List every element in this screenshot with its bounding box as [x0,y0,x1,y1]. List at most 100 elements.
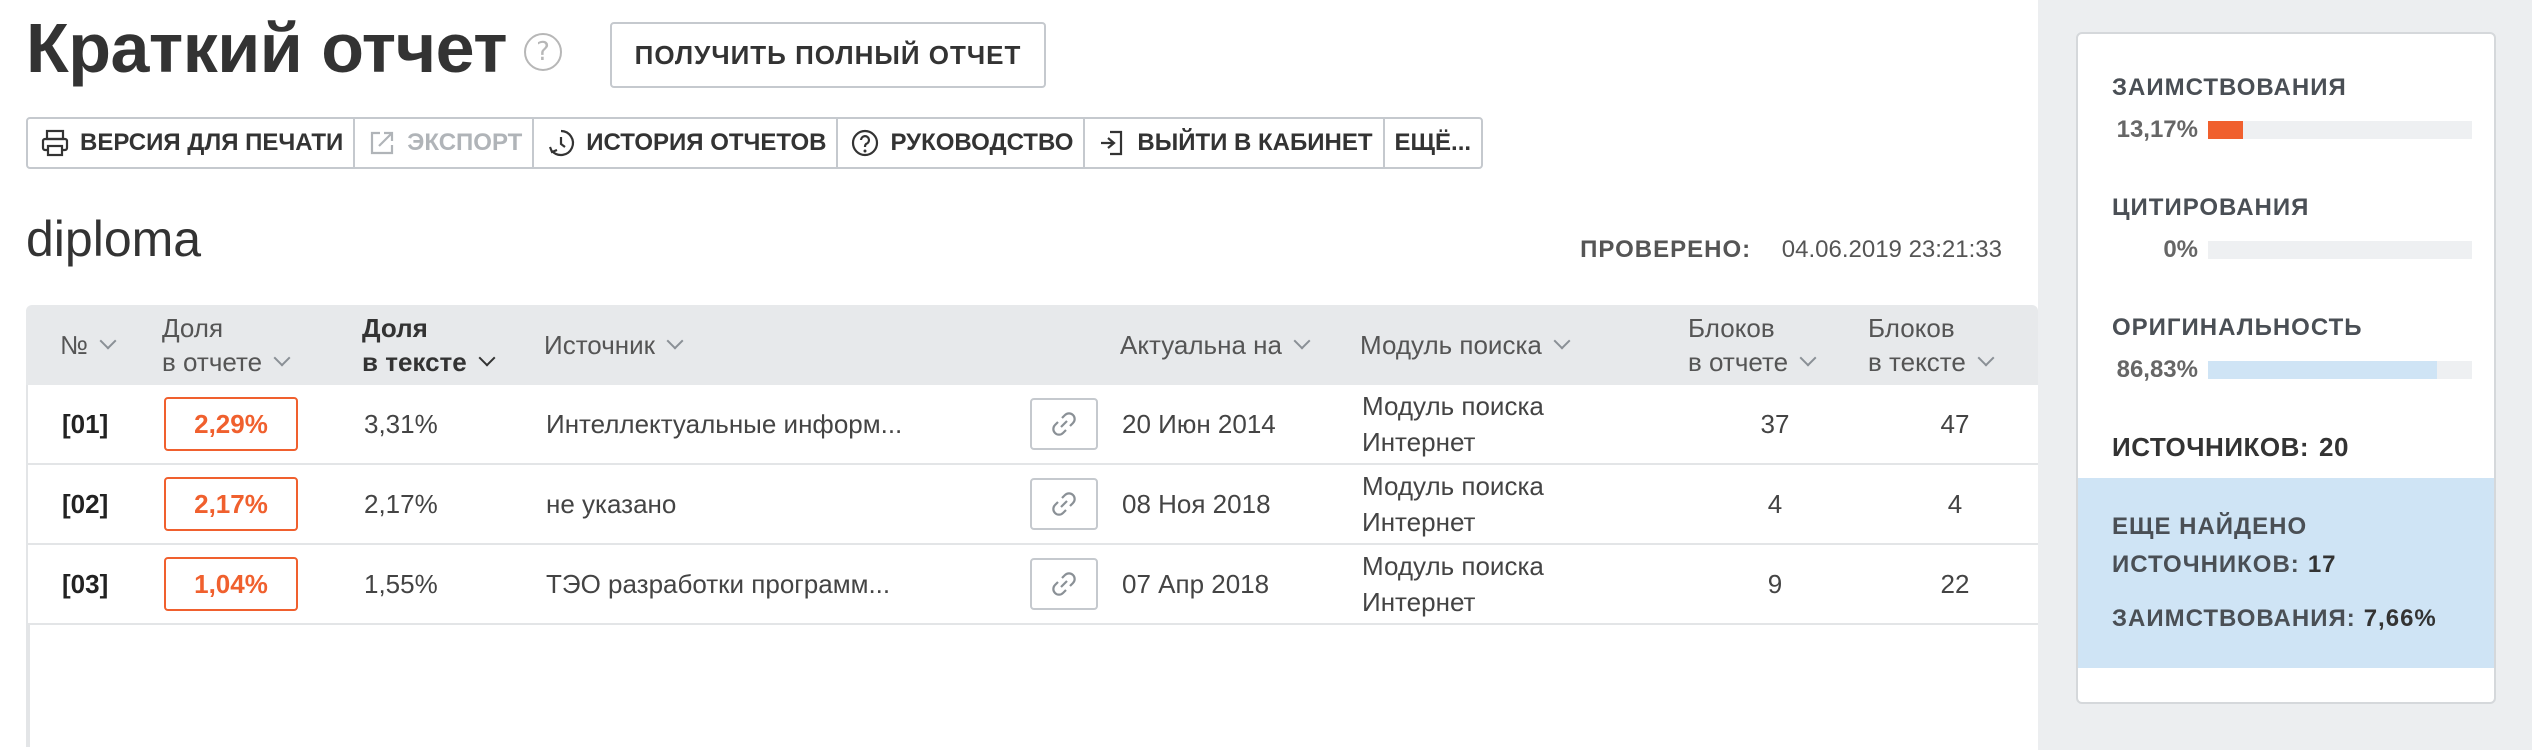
chevron-down-icon [1553,332,1571,350]
source-link-button[interactable] [1030,558,1098,610]
more-label: ЕЩЁ... [1394,129,1472,156]
link-icon [1052,412,1076,436]
citations-metric: ЦИТИРОВАНИЯ 0% [2112,194,2492,264]
checked-label: ПРОВЕРЕНО: [1580,236,1752,263]
sources-table: № Доля в отчете Доля в тексте Источник Акт… [26,305,2038,747]
more-borrowings-value: 7,66% [2363,605,2437,632]
originality-bar [2208,361,2472,379]
more-found-box[interactable]: ЕЩЕ НАЙДЕНО ИСТОЧНИКОВ: 17 ЗАИМСТВОВАНИЯ:… [2078,478,2494,668]
borrowings-metric: ЗАИМСТВОВАНИЯ 13,17% [2112,74,2492,144]
sources-value: 20 [2319,432,2349,462]
exit-to-cabinet-button[interactable]: ВЫЙТИ В КАБИНЕТ [1085,119,1385,167]
report-toolbar: ВЕРСИЯ ДЛЯ ПЕЧАТИ ЭКСПОРТ ИСТОРИЯ ОТЧЕТО… [26,117,1484,169]
row-num: [01] [62,408,109,439]
originality-label: ОРИГИНАЛЬНОСТЬ [2112,314,2363,341]
blocks-in-report: 9 [1767,568,1783,599]
table-row[interactable]: [02] 2,17% 2,17% не указано 08 Ноя 2018 … [28,465,2038,545]
source-name[interactable]: не указано [546,465,676,543]
citations-label: ЦИТИРОВАНИЯ [2112,194,2310,221]
print-version-button[interactable]: ВЕРСИЯ ДЛЯ ПЕЧАТИ [28,119,356,167]
more-found-value: 17 [2307,551,2337,578]
table-row[interactable]: [01] 2,29% 3,31% Интеллектуальные информ… [28,385,2038,465]
row-num: [02] [62,488,109,519]
get-full-report-button[interactable]: ПОЛУЧИТЬ ПОЛНЫЙ ОТЧЕТ [610,22,1046,88]
guide-label: РУКОВОДСТВО [890,129,1074,156]
col-module-header[interactable]: Модуль поиска [1360,305,1571,385]
share-report-badge: 2,17% [164,477,298,531]
col-actual-header[interactable]: Актуальна на [1120,305,1311,385]
export-button[interactable]: ЭКСПОРТ [355,119,535,167]
question-circle-icon[interactable]: ? [524,33,562,71]
col-share-report-header[interactable]: Доля в отчете [162,305,291,385]
checked-date: ПРОВЕРЕНО: 04.06.2019 23:21:33 [1580,236,2002,264]
report-history-button[interactable]: ИСТОРИЯ ОТЧЕТОВ [534,119,839,167]
document-name: diploma [26,211,202,267]
search-module: Модуль поиска Интернет [1362,471,1544,537]
originality-value: 86,83% [2116,356,2198,383]
source-link-button[interactable] [1030,398,1098,450]
actual-date: 08 Ноя 2018 [1122,488,1271,519]
source-link-button[interactable] [1030,478,1098,530]
report-history-label: ИСТОРИЯ ОТЧЕТОВ [586,129,827,156]
search-module: Модуль поиска Интернет [1362,551,1544,617]
print-version-label: ВЕРСИЯ ДЛЯ ПЕЧАТИ [80,129,344,156]
blocks-in-text: 4 [1947,488,1963,519]
col-share-text-header[interactable]: Доля в тексте [362,305,496,385]
guide-button[interactable]: РУКОВОДСТВО [838,119,1086,167]
table-header: № Доля в отчете Доля в тексте Источник Акт… [26,305,2038,385]
more-found-line1: ЕЩЕ НАЙДЕНО [2112,513,2308,540]
actual-date: 20 Июн 2014 [1122,408,1276,439]
table-body: [01] 2,29% 3,31% Интеллектуальные информ… [26,385,2038,747]
sources-count: ИСТОЧНИКОВ: 20 [2112,432,2349,463]
blocks-in-text: 22 [1940,568,1970,599]
export-icon [365,126,399,160]
col-blocks-report-header[interactable]: Блоков в отчете [1688,305,1817,385]
source-name[interactable]: Интеллектуальные информ... [546,385,902,463]
borrowings-bar [2208,121,2472,139]
share-report-badge: 1,04% [164,557,298,611]
row-num: [03] [62,568,109,599]
chevron-down-icon [99,332,117,350]
share-text: 3,31% [364,408,438,439]
page-title: Краткий отчет [26,9,507,87]
table-empty-area [28,625,2038,747]
blocks-in-report: 4 [1767,488,1783,519]
search-module: Модуль поиска Интернет [1362,391,1544,457]
share-text: 1,55% [364,568,438,599]
sources-label: ИСТОЧНИКОВ: [2112,432,2310,462]
table-row[interactable]: [03] 1,04% 1,55% ТЭО разработки программ… [28,545,2038,625]
chevron-down-icon [1977,349,1995,367]
borrowings-bar-fill [2208,121,2243,139]
checked-value: 04.06.2019 23:21:33 [1781,236,2002,263]
col-source-header[interactable]: Источник [544,305,684,385]
chevron-down-icon [1293,332,1311,350]
actual-date: 07 Апр 2018 [1122,568,1270,599]
chevron-down-icon [478,349,496,367]
originality-metric: ОРИГИНАЛЬНОСТЬ 86,83% [2112,314,2492,384]
export-label: ЭКСПОРТ [407,129,523,156]
history-icon [544,126,578,160]
borrowings-label: ЗАИМСТВОВАНИЯ [2112,74,2347,101]
citations-bar [2208,241,2472,259]
link-icon [1052,492,1076,516]
col-blocks-text-header[interactable]: Блоков в тексте [1868,305,1995,385]
summary-panel: ЗАИМСТВОВАНИЯ 13,17% ЦИТИРОВАНИЯ 0% ОРИГ… [2038,0,2532,750]
more-button[interactable]: ЕЩЁ... [1385,119,1482,167]
chevron-down-icon [1799,349,1817,367]
more-borrowings-label: ЗАИМСТВОВАНИЯ: [2112,605,2356,632]
link-icon [1052,572,1076,596]
col-num-header[interactable]: № [60,305,117,385]
exit-to-cabinet-label: ВЫЙТИ В КАБИНЕТ [1137,129,1373,156]
borrowings-value: 13,17% [2116,116,2198,143]
share-report-badge: 2,29% [164,397,298,451]
originality-bar-fill [2208,361,2438,379]
citations-value: 0% [2163,236,2198,263]
report-main: Краткий отчет ? ПОЛУЧИТЬ ПОЛНЫЙ ОТЧЕТ ВЕ… [0,0,2038,750]
question-circle-icon [848,126,882,160]
share-text: 2,17% [364,488,438,519]
blocks-in-text: 47 [1940,408,1970,439]
source-name[interactable]: ТЭО разработки программ... [546,545,890,623]
summary-card: ЗАИМСТВОВАНИЯ 13,17% ЦИТИРОВАНИЯ 0% ОРИГ… [2076,32,2496,704]
exit-icon [1095,126,1129,160]
blocks-in-report: 37 [1760,408,1790,439]
